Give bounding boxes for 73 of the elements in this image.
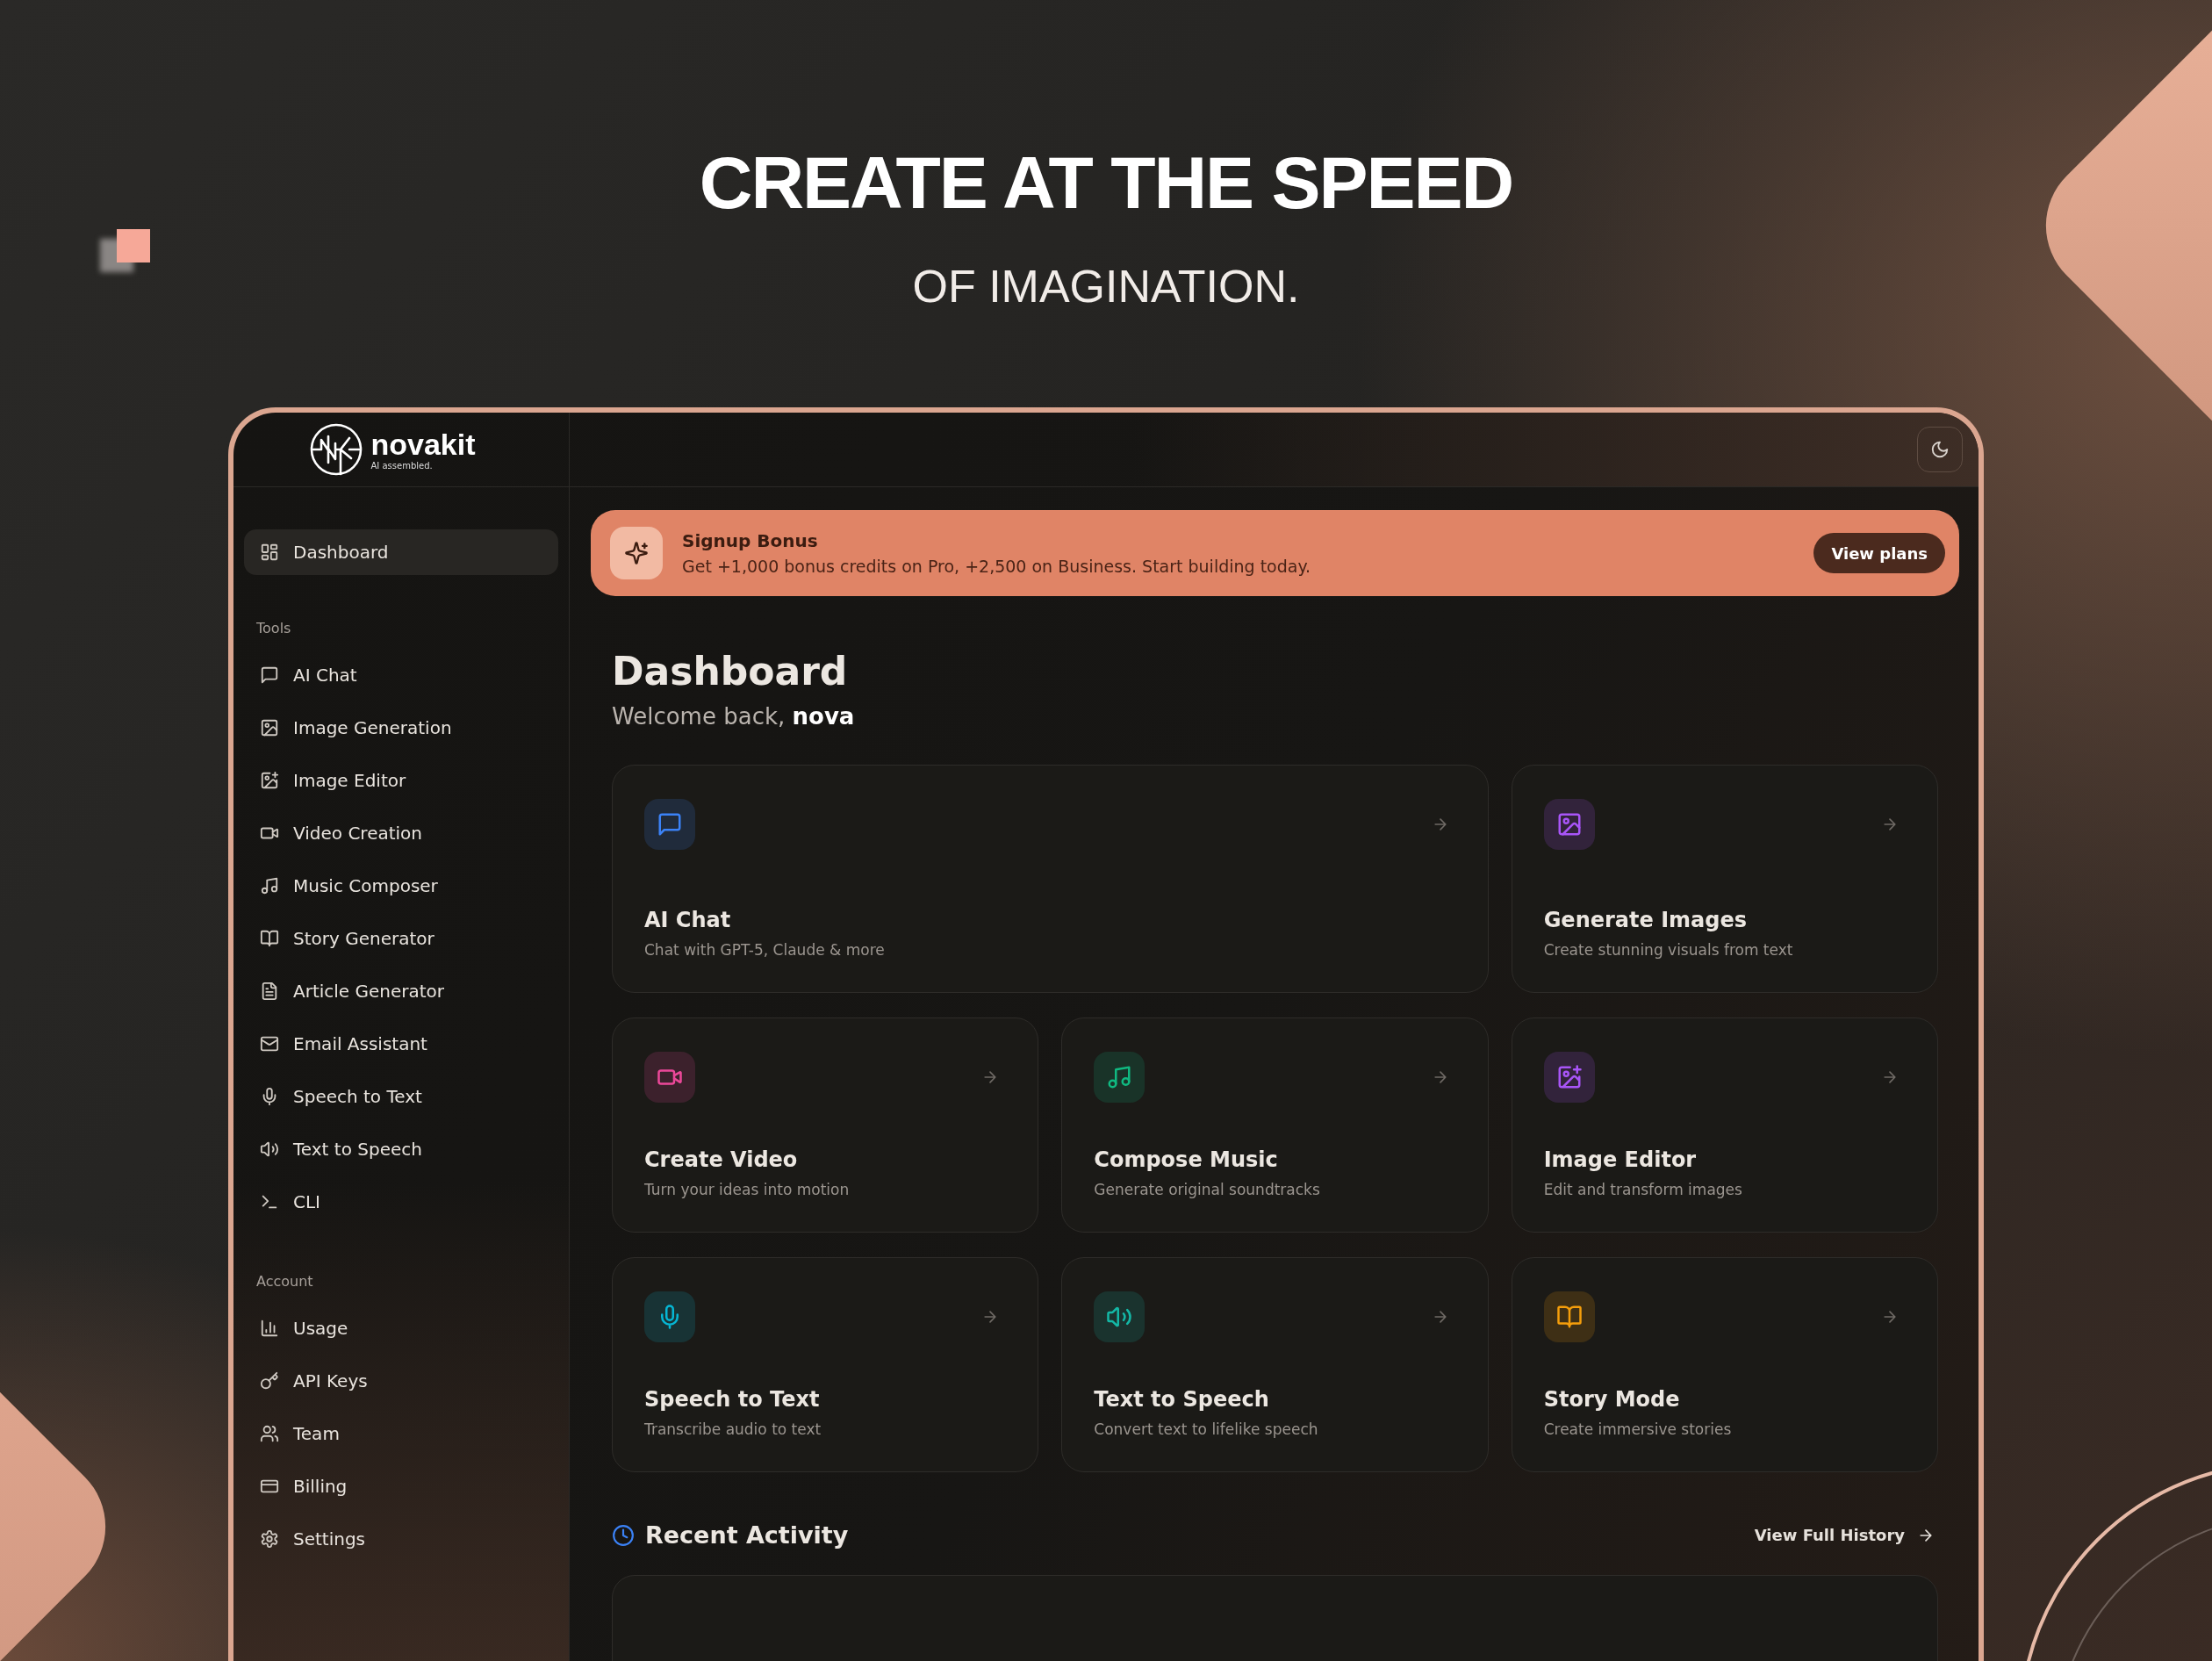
tool-card[interactable]: Generate Images Create stunning visuals from text: [1511, 765, 1938, 994]
sidebar-item[interactable]: Team: [244, 1407, 558, 1460]
section-title: Recent Activity: [645, 1521, 849, 1550]
card-title: AI Chat: [644, 908, 732, 933]
logo-icon: [309, 422, 364, 477]
page-title: Dashboard: [612, 651, 849, 694]
card-title: Generate Images: [1543, 908, 1748, 933]
moon-icon: [1930, 440, 1950, 459]
section-heading: Tools: [255, 619, 292, 638]
card-title: Image Editor: [1543, 1147, 1698, 1173]
card-description: Chat with GPT-5, Claude & more: [644, 941, 886, 960]
sidebar-item[interactable]: Email Assistant: [244, 1017, 558, 1070]
subheadline: OF IMAGINATION.: [912, 263, 1300, 309]
tool-card[interactable]: Create Video Turn your ideas into motion: [612, 1017, 1039, 1233]
sidebar-item[interactable]: Dashboard: [244, 529, 558, 575]
sidebar-item[interactable]: CLI: [244, 1176, 558, 1228]
tool-card[interactable]: Text to Speech Convert text to lifelike speech: [1061, 1257, 1489, 1473]
dashboard-grid-icon: [260, 543, 279, 562]
speech-bubble-icon: [260, 665, 279, 685]
sidebar-item[interactable]: Image Generation: [244, 701, 558, 754]
card-title: Compose Music: [1094, 1147, 1279, 1173]
sidebar-item[interactable]: Article Generator: [244, 965, 558, 1017]
card-description: Create immersive stories: [1543, 1420, 1733, 1439]
view-plans-button[interactable]: View plans: [1813, 533, 1945, 573]
sidebar-item[interactable]: Image Editor: [244, 754, 558, 807]
sidebar-item[interactable]: Music Composer: [244, 859, 558, 912]
card-description: Edit and transform images: [1543, 1181, 1743, 1199]
banner-title: Signup Bonus: [682, 530, 819, 551]
envelope-icon: [260, 1034, 279, 1053]
sidebar-item[interactable]: Billing: [244, 1460, 558, 1513]
tool-card[interactable]: Compose Music Generate original soundtracks: [1061, 1017, 1489, 1233]
tool-card[interactable]: Speech to Text Transcribe audio to text: [612, 1257, 1039, 1473]
card-title: Speech to Text: [644, 1387, 821, 1413]
theme-toggle-button[interactable]: [1917, 427, 1963, 472]
picture-plus-icon: [260, 771, 279, 790]
card-title: Create Video: [644, 1147, 799, 1173]
square-shape: [117, 229, 150, 262]
tool-card[interactable]: Story Mode Create immersive stories: [1511, 1257, 1938, 1473]
tool-card[interactable]: Image Editor Edit and transform images: [1511, 1017, 1938, 1233]
sparkles-icon: [624, 541, 649, 565]
view-history-link[interactable]: View Full History: [1754, 1526, 1935, 1545]
sidebar-item[interactable]: AI Chat: [244, 649, 558, 701]
card-description: Create stunning visuals from text: [1543, 941, 1794, 960]
open-book-icon: [260, 929, 279, 948]
card-description: Convert text to lifelike speech: [1094, 1420, 1319, 1439]
brand-tagline: AI assembled.: [370, 460, 434, 471]
card-description: Turn your ideas into motion: [644, 1181, 851, 1199]
sidebar-item[interactable]: Usage: [244, 1302, 558, 1355]
card-description: Transcribe audio to text: [644, 1420, 822, 1439]
welcome-message: Welcome back, nova: [612, 703, 856, 730]
card-title: Story Mode: [1543, 1387, 1681, 1413]
sidebar-item[interactable]: Video Creation: [244, 807, 558, 859]
card-title: Text to Speech: [1094, 1387, 1270, 1413]
card-description: Generate original soundtracks: [1094, 1181, 1321, 1199]
headline: CREATE AT THE SPEED: [699, 146, 1513, 219]
sidebar-item[interactable]: API Keys: [244, 1355, 558, 1407]
sidebar-item[interactable]: Story Generator: [244, 912, 558, 965]
picture-icon: [260, 718, 279, 737]
banner-text: Get +1,000 bonus credits on Pro, +2,500 on Business. Start building today.: [682, 557, 1312, 576]
sidebar-item[interactable]: Speech to Text: [244, 1070, 558, 1123]
tool-card[interactable]: AI Chat Chat with GPT-5, Claude & more: [612, 765, 1489, 994]
people-icon: [260, 1424, 279, 1443]
sidebar-item[interactable]: Settings: [244, 1513, 558, 1565]
sidebar-item[interactable]: Text to Speech: [244, 1123, 558, 1176]
document-icon: [260, 982, 279, 1001]
key-icon: [260, 1371, 279, 1391]
bar-chart-icon: [260, 1319, 279, 1338]
clock-icon: [612, 1523, 635, 1547]
brand-name: novakit: [370, 428, 476, 459]
speaker-icon: [260, 1140, 279, 1159]
music-note-icon: [260, 876, 279, 895]
section-heading: Account: [255, 1272, 314, 1291]
settings-icon: [260, 1529, 279, 1549]
